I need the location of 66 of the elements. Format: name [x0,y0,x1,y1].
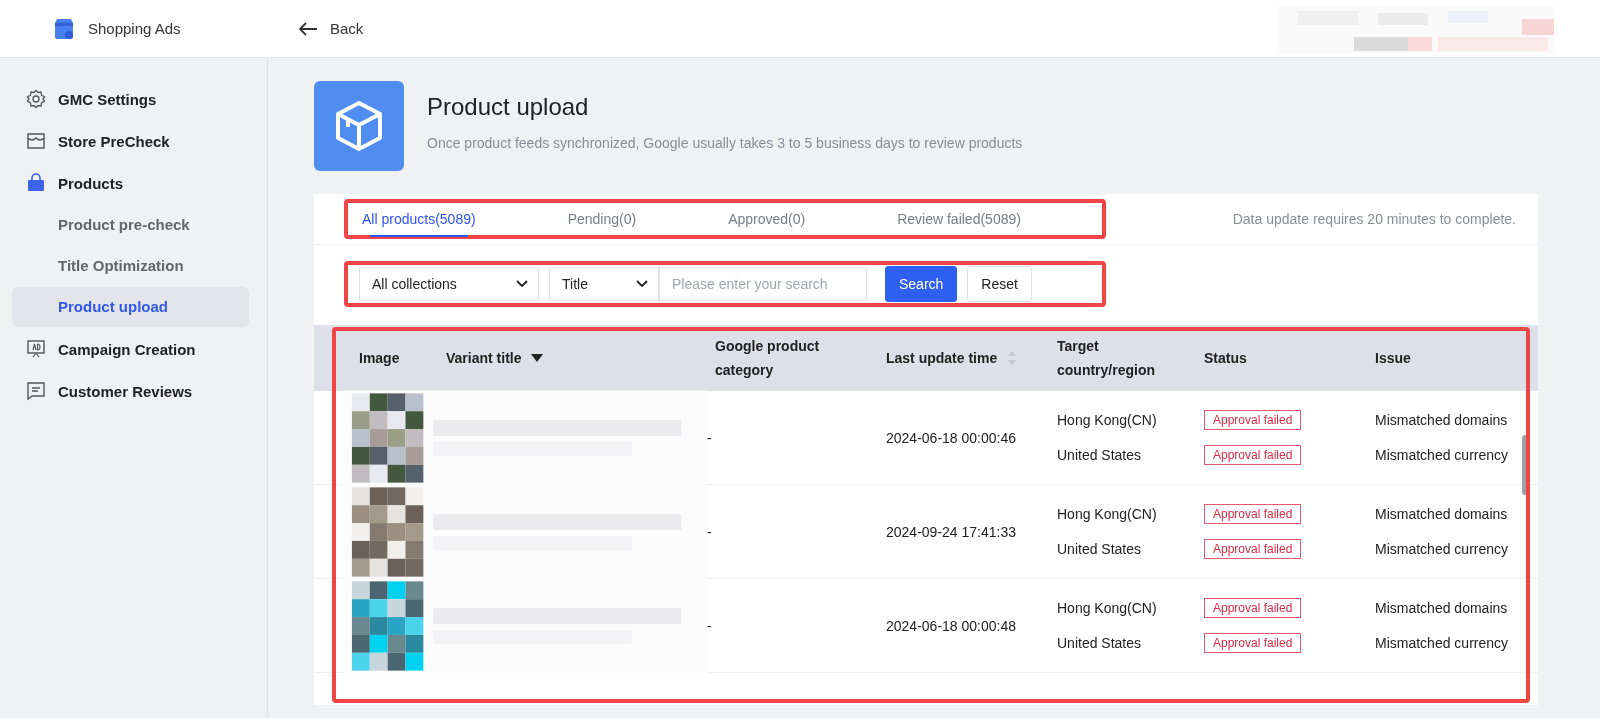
table-cell-text: - [707,617,713,634]
chevron-down-icon [516,280,528,288]
column-header[interactable]: Variant title [438,346,707,370]
table-cell-text: Mismatched currency [1375,446,1510,465]
column-header[interactable]: Image [314,346,438,370]
table-cell-text: Mismatched currency [1375,540,1510,559]
nav-subitem[interactable]: Product upload [12,287,249,327]
back-arrow-icon [298,21,318,36]
table-cell-text: - [707,429,713,446]
nav-subitem[interactable]: Product pre-check [12,205,249,245]
billboard-icon [26,339,46,359]
shopping-bag-icon [26,173,46,193]
status-badge: Approval failed [1204,504,1302,524]
box-icon [314,81,404,171]
column-header[interactable]: Google product category [707,334,878,382]
table-cell-text: Hong Kong(CN) [1057,505,1158,524]
nav-item[interactable]: Customer Reviews [12,370,249,412]
status-badge: Approval failed [1204,445,1302,465]
table-cell-text: United States [1057,540,1143,559]
reset-button[interactable]: Reset [967,266,1032,302]
nav-item[interactable]: GMC Settings [12,78,249,120]
status-badge: Approval failed [1204,410,1302,430]
app-name: Shopping Ads [88,20,181,37]
message-icon [26,381,46,401]
nav-item[interactable]: Campaign Creation [12,328,249,370]
store-icon [26,131,46,151]
sort-down-icon [531,354,544,362]
column-header[interactable]: Status [1196,346,1367,370]
table-cell-text: 2024-06-18 00:00:46 [885,429,1017,446]
tab[interactable]: All products(5089) [362,203,476,235]
nav-item[interactable]: Products [12,162,249,204]
collection-dropdown[interactable]: All collections [359,267,539,301]
sort-icon [1007,350,1018,366]
table-cell-text: Mismatched currency [1375,634,1510,653]
search-button[interactable]: Search [885,266,958,302]
column-header[interactable]: Issue [1367,346,1537,370]
update-note: Data update requires 20 minutes to complete. [1232,211,1516,227]
table-cell-text: 2024-06-18 00:00:48 [885,617,1017,634]
table-cell-text: United States [1057,446,1143,465]
tab[interactable]: Pending(0) [567,203,637,235]
column-header[interactable]: Last update time [878,346,1049,370]
table-cell-text: Mismatched domains [1375,599,1509,618]
nav-subitem[interactable]: Title Optimization [12,246,249,286]
back-button[interactable]: Back [298,20,364,37]
status-badge: Approval failed [1204,633,1302,653]
tab[interactable]: Approved(0) [728,203,806,235]
shop-logo-icon [52,16,76,41]
scrollbar[interactable] [1522,435,1528,495]
page-title: Product upload [427,93,590,121]
settings-icon [26,89,46,109]
table-cell-text: Mismatched domains [1375,411,1509,430]
field-dropdown[interactable]: Title [549,267,659,301]
nav-item[interactable]: Store PreCheck [12,120,249,162]
tab[interactable]: Review failed(5089) [897,203,1021,235]
page-subtitle: Once product feeds synchronized, Google usually takes 3 to 5 business days to review products [427,135,1023,151]
table-cell-text: Hong Kong(CN) [1057,411,1158,430]
table-cell-text: - [707,523,713,540]
table-cell-text: 2024-09-24 17:41:33 [885,523,1017,540]
chevron-down-icon [636,280,648,288]
status-badge: Approval failed [1204,539,1302,559]
status-badge: Approval failed [1204,598,1302,618]
table-cell-text: Hong Kong(CN) [1057,599,1158,618]
table-cell-text: United States [1057,634,1143,653]
column-header[interactable]: Target country/region [1049,334,1196,382]
table-cell-text: Mismatched domains [1375,505,1509,524]
search-field[interactable]: Please enter your search [659,267,867,301]
